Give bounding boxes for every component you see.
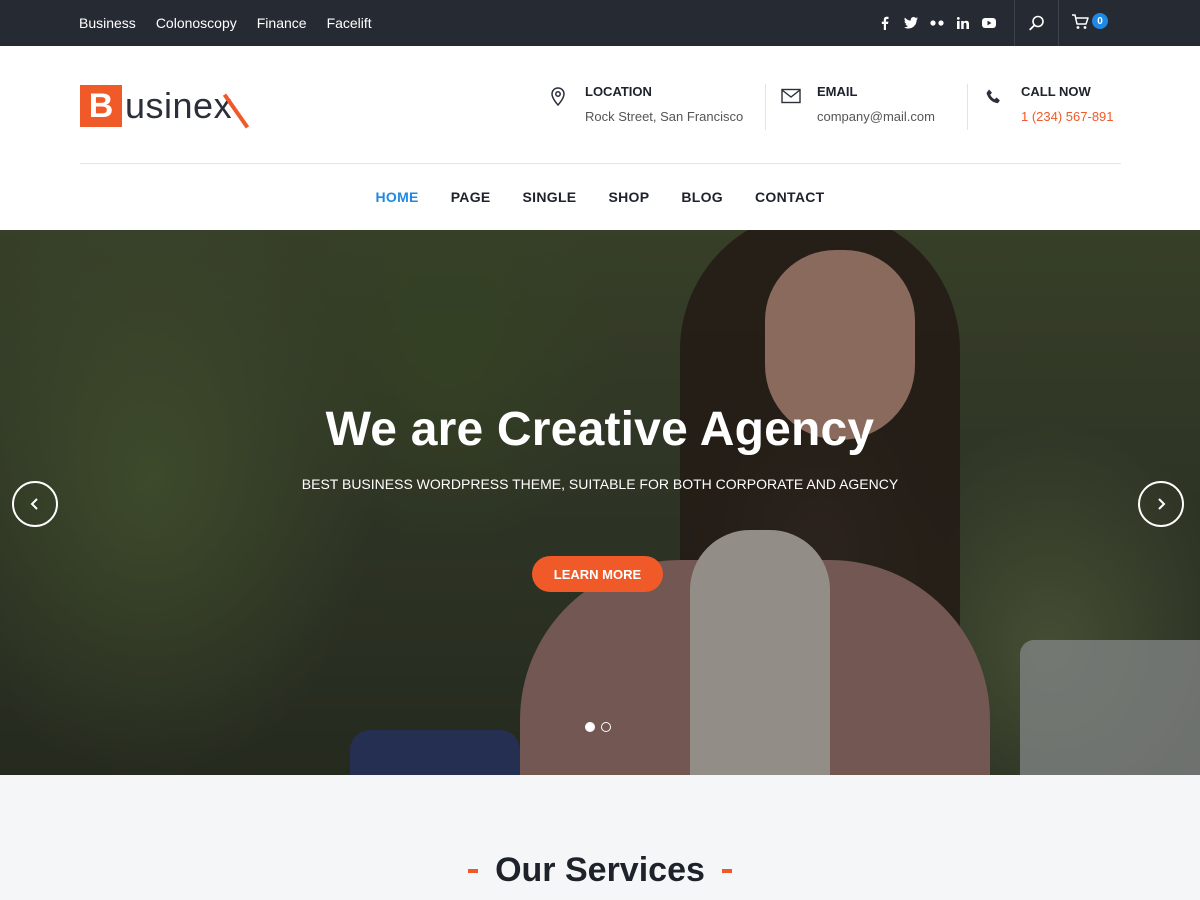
- divider: [967, 84, 968, 130]
- site-header: B usinex LOCATION Rock Street, San Franc…: [0, 46, 1200, 230]
- envelope-icon: [781, 88, 801, 104]
- cart-count-badge: 0: [1092, 13, 1108, 29]
- nav-blog[interactable]: BLOG: [681, 189, 723, 205]
- cart-icon: [1072, 14, 1089, 29]
- slider-next-button[interactable]: [1138, 481, 1184, 527]
- location-value: Rock Street, San Francisco: [585, 109, 744, 124]
- chevron-right-icon: [1158, 498, 1166, 510]
- top-nav: Business Colonoscopy Finance Facelift: [79, 0, 392, 46]
- slider-dot[interactable]: [601, 722, 611, 732]
- nav-shop[interactable]: SHOP: [608, 189, 649, 205]
- phone-title: CALL NOW: [1021, 84, 1091, 99]
- heading-dash: [468, 868, 479, 873]
- search-icon: [1028, 15, 1044, 31]
- email-title: EMAIL: [817, 84, 858, 99]
- facebook-icon[interactable]: [876, 14, 894, 32]
- nav-contact[interactable]: CONTACT: [755, 189, 825, 205]
- slider-dots: [585, 722, 617, 732]
- top-bar: Business Colonoscopy Finance Facelift 0: [0, 0, 1200, 46]
- learn-more-button[interactable]: LEARN MORE: [532, 556, 663, 592]
- heading-dash: [721, 868, 732, 873]
- top-link-finance[interactable]: Finance: [257, 15, 307, 31]
- logo-initial: B: [80, 85, 122, 127]
- phone-value[interactable]: 1 (234) 567-891: [1021, 109, 1114, 124]
- linkedin-icon[interactable]: [954, 14, 972, 32]
- map-pin-icon: [551, 87, 565, 107]
- chevron-left-icon: [30, 498, 38, 510]
- search-button[interactable]: [1015, 0, 1058, 46]
- slider-dot[interactable]: [585, 722, 595, 732]
- top-link-business[interactable]: Business: [79, 15, 136, 31]
- nav-single[interactable]: SINGLE: [523, 189, 577, 205]
- services-title: Our Services: [495, 851, 705, 889]
- logo-text-body: usine: [125, 85, 214, 126]
- slider-prev-button[interactable]: [12, 481, 58, 527]
- main-nav: HOME PAGE SINGLE SHOP BLOG CONTACT: [0, 164, 1200, 230]
- hero-slider: We are Creative Agency BEST BUSINESS WOR…: [0, 230, 1200, 775]
- top-link-facelift[interactable]: Facelift: [327, 15, 372, 31]
- services-section: Our Services: [0, 775, 1200, 900]
- email-value[interactable]: company@mail.com: [817, 109, 935, 124]
- cart-button[interactable]: 0: [1059, 0, 1119, 46]
- services-heading: Our Services: [0, 851, 1200, 890]
- top-link-colonoscopy[interactable]: Colonoscopy: [156, 15, 237, 31]
- hero-content: We are Creative Agency BEST BUSINESS WOR…: [0, 230, 1200, 775]
- location-title: LOCATION: [585, 84, 652, 99]
- flickr-icon[interactable]: [928, 14, 946, 32]
- nav-home[interactable]: HOME: [375, 189, 418, 205]
- logo-text: usinex: [125, 85, 250, 129]
- hero-subtitle: BEST BUSINESS WORDPRESS THEME, SUITABLE …: [301, 476, 899, 492]
- divider: [765, 84, 766, 130]
- hero-title: We are Creative Agency: [325, 403, 875, 456]
- social-links: [876, 0, 1006, 46]
- nav-page[interactable]: PAGE: [451, 189, 491, 205]
- site-logo[interactable]: B usinex: [80, 85, 250, 129]
- youtube-icon[interactable]: [980, 14, 998, 32]
- phone-icon: [986, 89, 1000, 104]
- twitter-icon[interactable]: [902, 14, 920, 32]
